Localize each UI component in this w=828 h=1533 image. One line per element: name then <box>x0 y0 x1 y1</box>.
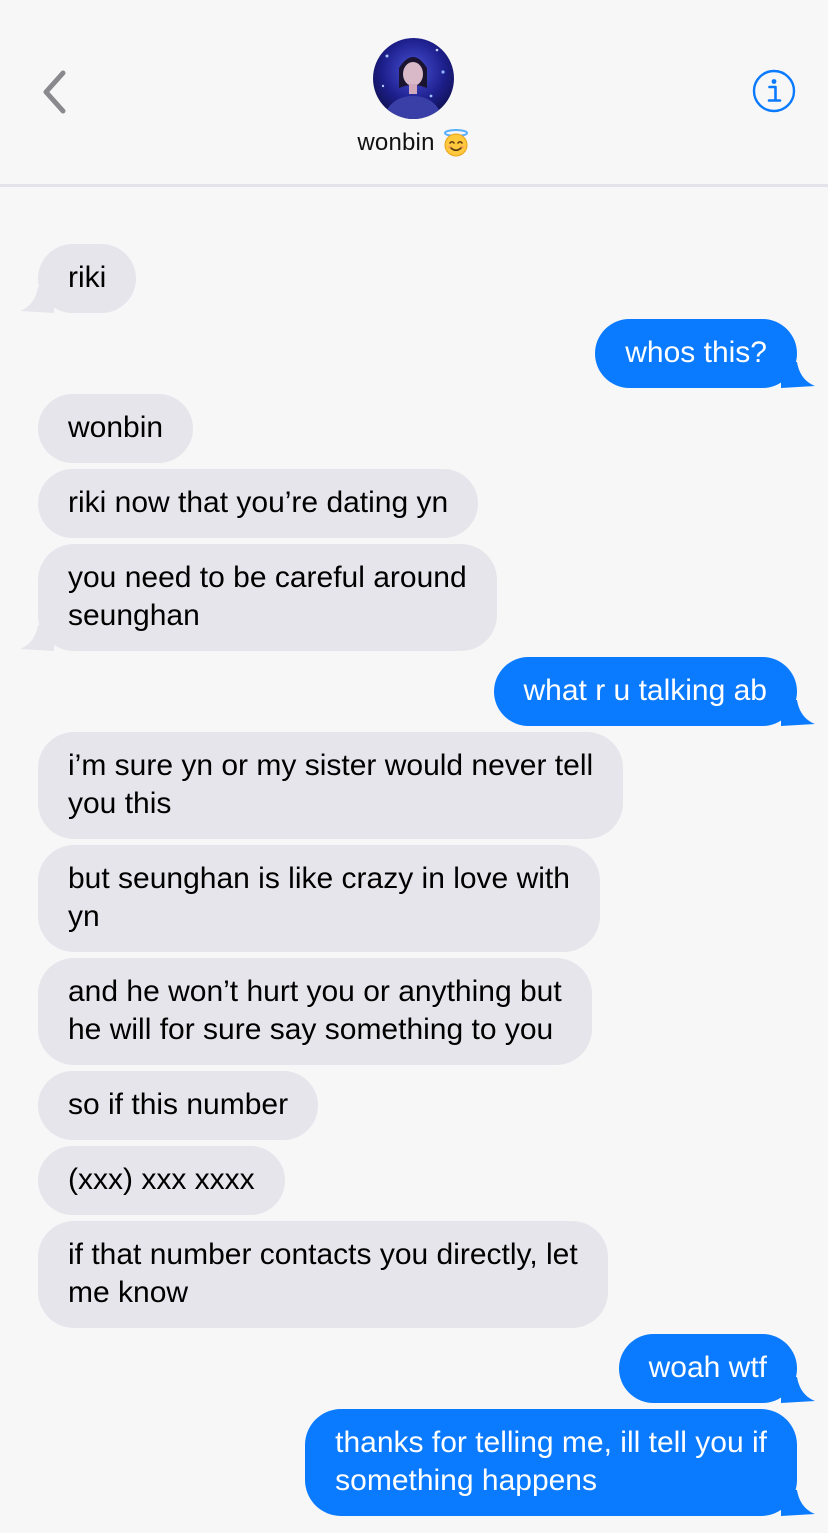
message-text: i’m sure yn or my sister would never tel… <box>38 732 624 839</box>
message-received[interactable]: wonbin <box>38 394 194 463</box>
message-text: you need to be careful around seunghan <box>38 544 497 651</box>
message-sent[interactable]: woah wtf <box>618 1334 815 1403</box>
message-received[interactable]: (xxx) xxx xxxx <box>38 1146 285 1215</box>
message-received[interactable]: i’m sure yn or my sister would never tel… <box>38 732 624 839</box>
message-received[interactable]: riki now that you’re dating yn <box>38 469 479 538</box>
message-text: woah wtf <box>618 1334 797 1403</box>
message-sent[interactable]: whos this? <box>595 319 815 388</box>
message-text: but seunghan is like crazy in love with … <box>38 845 600 952</box>
message-received[interactable]: so if this number <box>38 1071 319 1140</box>
message-text: wonbin <box>38 394 194 463</box>
message-sent[interactable]: thanks for telling me, ill tell you if s… <box>305 1409 815 1516</box>
message-received[interactable]: you need to be careful around seunghan <box>20 544 497 651</box>
message-text: whos this? <box>595 319 797 388</box>
message-text: what r u talking ab <box>493 657 797 726</box>
message-received[interactable]: but seunghan is like crazy in love with … <box>38 845 600 952</box>
message-received[interactable]: and he won’t hurt you or anything but he… <box>38 958 592 1065</box>
message-thread: riki whos this? wonbin riki now that you… <box>0 0 828 1533</box>
message-text: thanks for telling me, ill tell you if s… <box>305 1409 797 1516</box>
message-text: riki <box>38 244 137 313</box>
message-text: and he won’t hurt you or anything but he… <box>38 958 592 1065</box>
message-sent[interactable]: what r u talking ab <box>493 657 815 726</box>
message-text: if that number contacts you directly, le… <box>38 1221 608 1328</box>
message-text: so if this number <box>38 1071 319 1140</box>
message-text: riki now that you’re dating yn <box>38 469 479 538</box>
message-text: (xxx) xxx xxxx <box>38 1146 285 1215</box>
message-received[interactable]: riki <box>20 244 137 313</box>
message-received[interactable]: if that number contacts you directly, le… <box>38 1221 608 1328</box>
